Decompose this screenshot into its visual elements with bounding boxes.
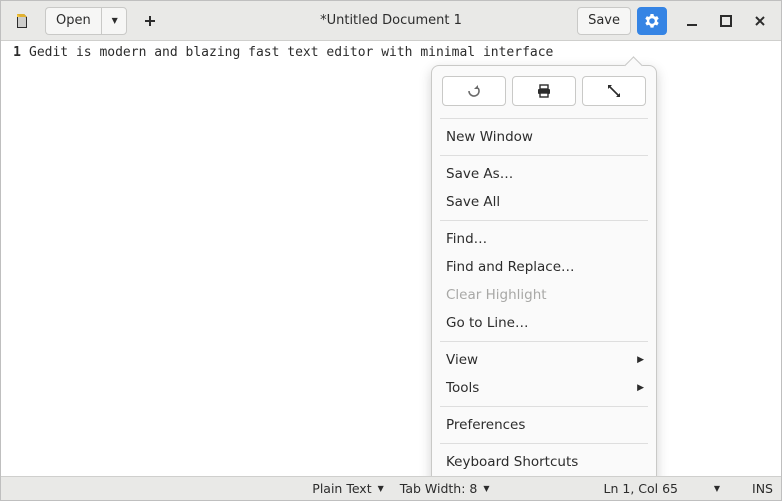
plus-icon [143, 14, 157, 28]
syntax-selector[interactable]: Plain Text▼ [308, 477, 387, 500]
print-icon [536, 83, 552, 99]
open-button-group: Open ▼ [45, 7, 127, 35]
menu-separator [440, 118, 648, 119]
save-button-label: Save [588, 13, 620, 28]
menu-separator [440, 341, 648, 342]
maximize-button[interactable] [711, 7, 741, 35]
popover-toolbar [432, 72, 656, 114]
editor-area[interactable]: 1 Gedit is modern and blazing fast text … [1, 41, 781, 476]
menu-view[interactable]: View [432, 346, 656, 374]
fullscreen-button[interactable] [582, 76, 646, 106]
cursor-position[interactable]: Ln 1, Col 65 [600, 477, 683, 500]
fullscreen-icon [607, 84, 621, 98]
print-button[interactable] [512, 76, 576, 106]
status-bar: Plain Text▼ Tab Width: 8▼ Ln 1, Col 65 ▼… [1, 476, 781, 500]
reload-button[interactable] [442, 76, 506, 106]
window-controls [677, 7, 775, 35]
maximize-icon [719, 14, 733, 28]
gear-icon [644, 13, 660, 29]
chevron-down-icon: ▼ [112, 17, 118, 25]
menu-keyboard-shortcuts[interactable]: Keyboard Shortcuts [432, 448, 656, 476]
menu-goto-line[interactable]: Go to Line… [432, 309, 656, 337]
menu-preferences[interactable]: Preferences [432, 411, 656, 439]
line-number: 1 [1, 45, 21, 60]
menu-separator [440, 443, 648, 444]
app-menu-popover: New Window Save As… Save All Find… Find … [431, 65, 657, 476]
minimize-icon [685, 14, 699, 28]
menu-find-replace[interactable]: Find and Replace… [432, 253, 656, 281]
menu-find[interactable]: Find… [432, 225, 656, 253]
menu-save-all[interactable]: Save All [432, 188, 656, 216]
tab-width-selector[interactable]: Tab Width: 8▼ [396, 477, 494, 500]
menu-tools[interactable]: Tools [432, 374, 656, 402]
menu-separator [440, 155, 648, 156]
reload-icon [466, 83, 482, 99]
text-content[interactable]: Gedit is modern and blazing fast text ed… [25, 41, 781, 476]
new-document-button[interactable] [7, 7, 37, 35]
header-bar: Open ▼ *Untitled Document 1 Save [1, 1, 781, 41]
open-recent-dropdown[interactable]: ▼ [101, 7, 127, 35]
menu-separator [440, 406, 648, 407]
chevron-down-icon: ▼ [714, 485, 720, 493]
insert-mode: INS [752, 481, 773, 496]
window: Open ▼ *Untitled Document 1 Save 1 [0, 0, 782, 501]
menu-separator [440, 220, 648, 221]
save-button[interactable]: Save [577, 7, 631, 35]
menu-clear-highlight: Clear Highlight [432, 281, 656, 309]
menu-save-as[interactable]: Save As… [432, 160, 656, 188]
minimize-button[interactable] [677, 7, 707, 35]
close-icon [753, 14, 767, 28]
document-icon [14, 13, 30, 29]
gutter: 1 [1, 41, 25, 476]
chevron-down-icon: ▼ [483, 485, 489, 493]
close-button[interactable] [745, 7, 775, 35]
open-button-label: Open [56, 13, 91, 28]
new-tab-button[interactable] [135, 7, 165, 35]
menu-new-window[interactable]: New Window [432, 123, 656, 151]
hamburger-menu-button[interactable] [637, 7, 667, 35]
open-button[interactable]: Open [45, 7, 101, 35]
chevron-down-icon: ▼ [378, 485, 384, 493]
